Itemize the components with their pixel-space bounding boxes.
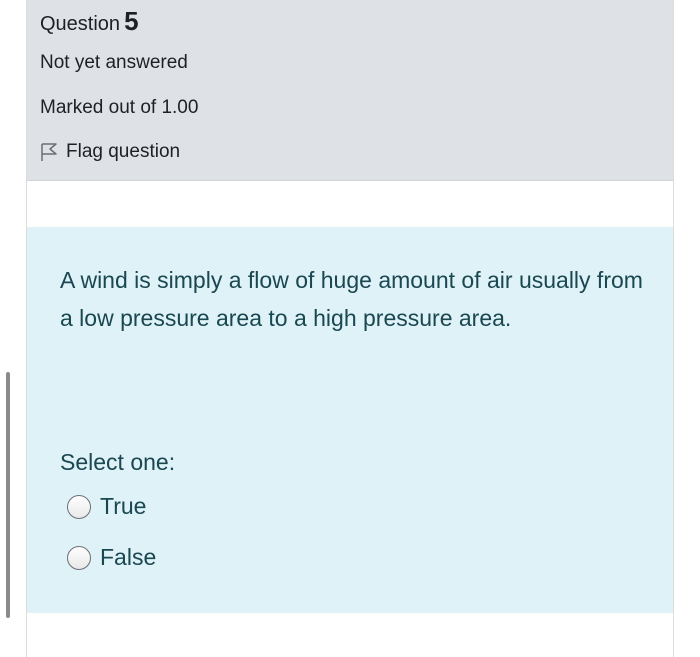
question-text: A wind is simply a flow of huge amount o…	[60, 267, 643, 331]
question-label: Question	[40, 13, 121, 35]
question-state: Not yet answered	[40, 52, 188, 73]
answer-label-true: True	[100, 493, 147, 519]
question-grade: Marked out of 1.00	[40, 97, 199, 118]
question-info-panel: Question 5 Not yet answered Marked out of…	[27, 0, 673, 181]
flag-question-label: Flag question	[66, 141, 181, 162]
answer-label-false: False	[100, 544, 157, 570]
flag-icon	[41, 143, 57, 161]
radio-button-true[interactable]	[67, 494, 91, 519]
question-formulation: A wind is simply a flow of huge amount o…	[27, 227, 673, 613]
answer-option-false[interactable]: False	[67, 544, 156, 571]
question-container: Question 5 Not yet answered Marked out of…	[26, 0, 674, 657]
radio-button-false[interactable]	[67, 545, 91, 570]
question-heading: Question 5	[40, 6, 139, 39]
question-number: 5	[124, 6, 139, 36]
page: Question 5 Not yet answered Marked out of…	[0, 0, 700, 657]
answer-option-true[interactable]: True	[67, 493, 146, 520]
select-one-prompt: Select one:	[60, 449, 176, 475]
flag-question-button[interactable]: Flag question	[40, 141, 180, 163]
scrollbar[interactable]	[6, 372, 10, 618]
